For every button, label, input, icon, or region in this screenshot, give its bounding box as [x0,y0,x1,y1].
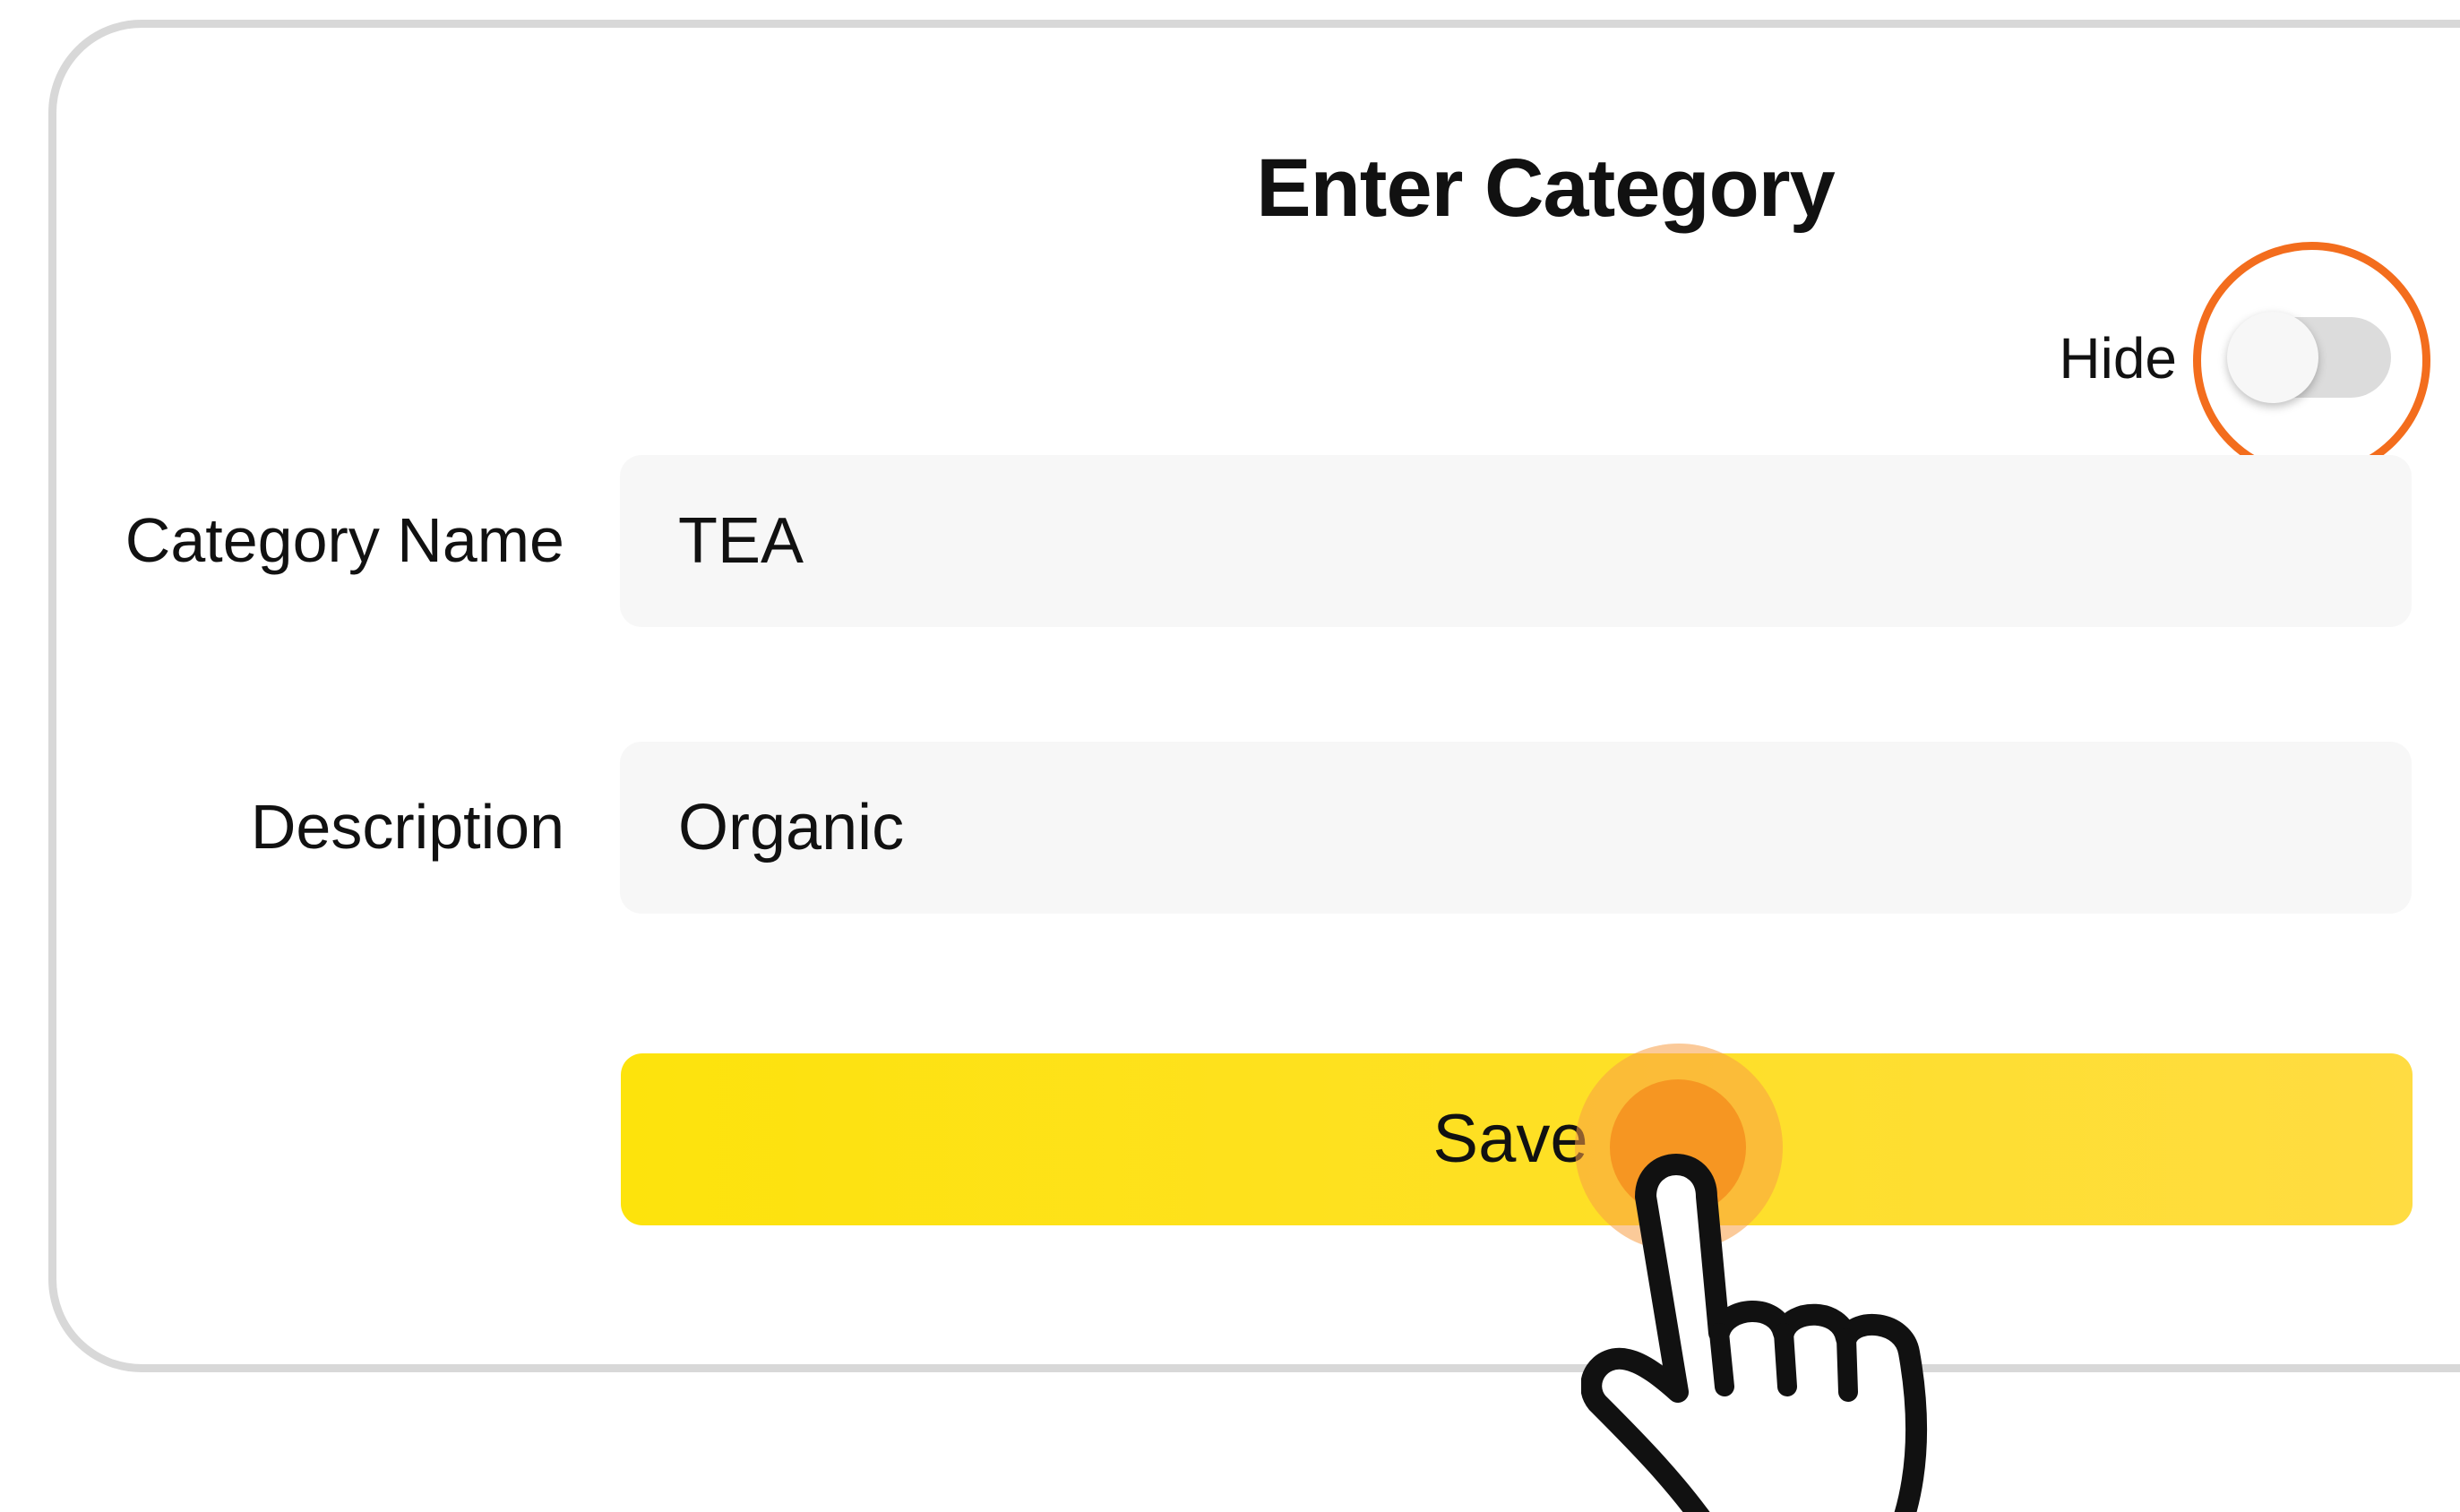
hide-label: Hide [2059,326,2177,391]
hide-toggle[interactable] [2220,305,2408,410]
save-button[interactable]: Save [621,1053,2413,1225]
save-button-label: Save [1432,1101,1588,1177]
description-label: Description [250,792,564,862]
toggle-knob [2227,312,2318,403]
dialog-title: Enter Category [1256,142,1836,234]
description-input[interactable] [620,742,2412,914]
category-name-input[interactable] [620,455,2412,627]
category-name-label: Category Name [125,505,564,575]
